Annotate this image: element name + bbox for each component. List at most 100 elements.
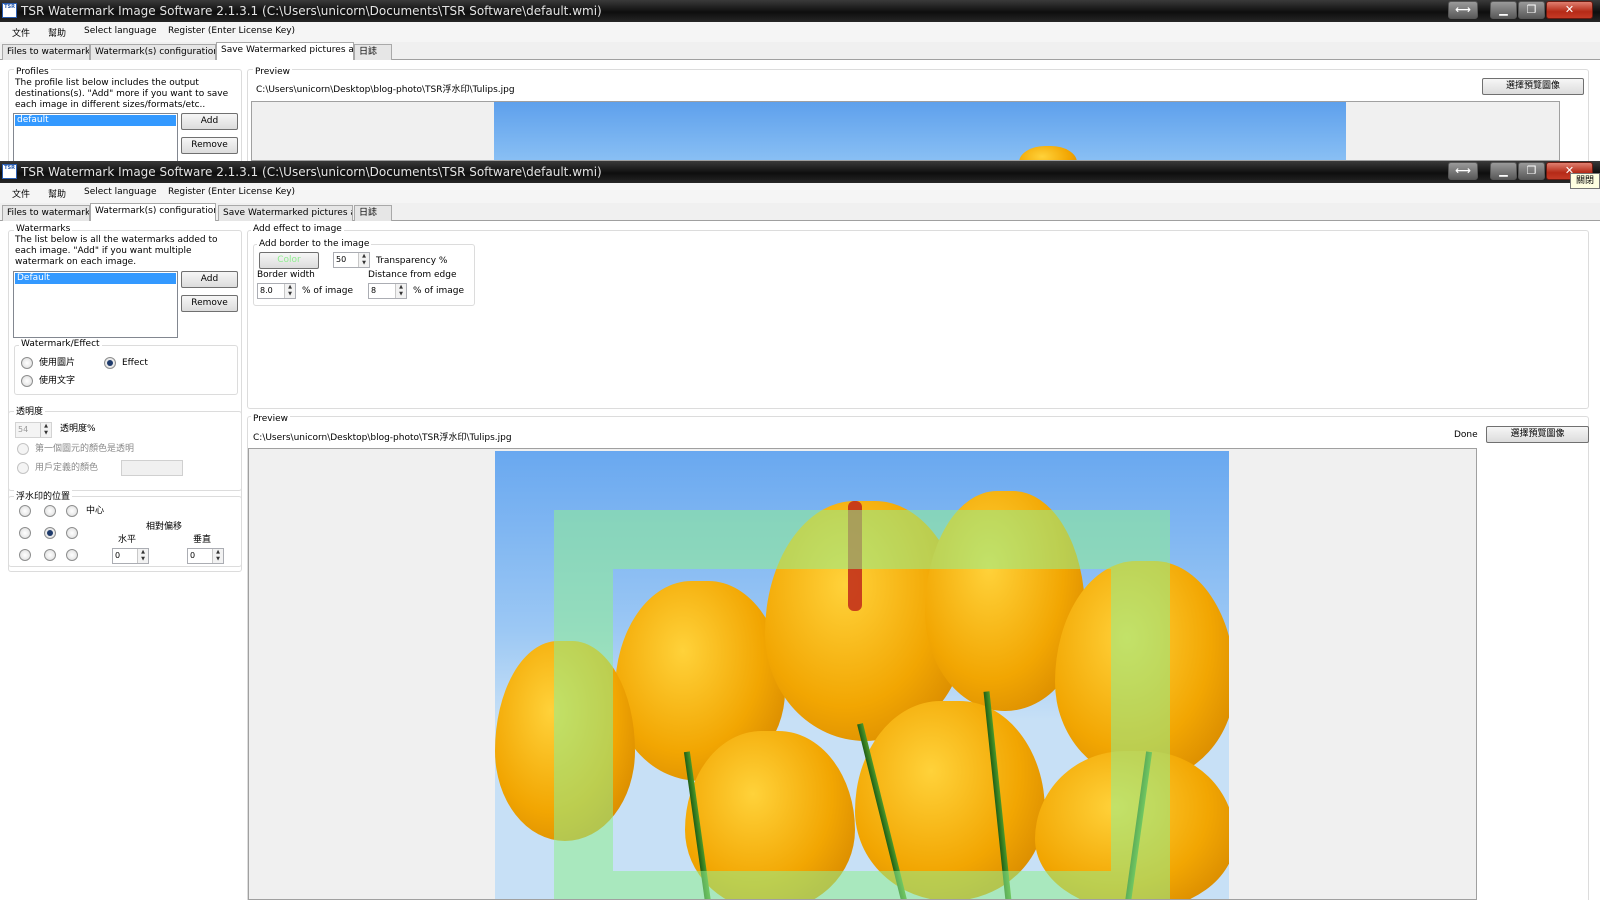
border-width-value: 8.0	[260, 286, 273, 295]
horizontal-offset-value: 0	[115, 551, 121, 560]
remove-watermark-button[interactable]: Remove	[181, 295, 238, 312]
spin-down-icon[interactable]: ▼	[359, 260, 369, 267]
profiles-title: Profiles	[14, 67, 51, 77]
window-save-tab: TSR TSR Watermark Image Software 2.1.3.1…	[0, 0, 1600, 161]
tab-watermark-configuration[interactable]: Watermark(s) configuration	[90, 44, 216, 60]
transparency-value: 54	[18, 425, 29, 434]
menu-file[interactable]: 文件	[12, 26, 30, 39]
minimize-button[interactable]: ▁	[1490, 162, 1517, 180]
tab-files-to-watermark[interactable]: Files to watermark	[2, 205, 90, 221]
spin-up-icon[interactable]: ▲	[285, 284, 295, 291]
radio-use-text[interactable]	[21, 375, 33, 387]
preview-image	[495, 451, 1229, 899]
radio-effect-label: Effect	[122, 358, 148, 368]
menu-help[interactable]: 幫助	[48, 187, 66, 200]
transparency-label: 透明度%	[60, 424, 96, 434]
position-middle-right[interactable]	[66, 527, 78, 539]
radio-effect[interactable]	[104, 357, 116, 369]
select-preview-button[interactable]: 選擇預覽圖像	[1482, 78, 1584, 95]
position-bottom-left[interactable]	[19, 549, 31, 561]
title-bar[interactable]: TSR TSR Watermark Image Software 2.1.3.1…	[0, 161, 1600, 183]
horizontal-offset-stepper[interactable]: 0 ▲ ▼	[112, 548, 149, 564]
vertical-offset-stepper[interactable]: 0 ▲ ▼	[187, 548, 224, 564]
radio-use-image[interactable]	[21, 357, 33, 369]
distance-stepper[interactable]: 8 ▲ ▼	[368, 283, 407, 299]
profiles-list[interactable]: default	[13, 113, 178, 161]
watermarks-title: Watermarks	[14, 224, 73, 234]
border-width-stepper[interactable]: 8.0 ▲ ▼	[257, 283, 296, 299]
radio-user-color	[17, 462, 29, 474]
position-bottom-right[interactable]	[66, 549, 78, 561]
app-icon: TSR	[2, 164, 17, 179]
tab-files-to-watermark[interactable]: Files to watermark	[2, 44, 90, 60]
position-top-left[interactable]	[19, 505, 31, 517]
position-middle-left[interactable]	[19, 527, 31, 539]
menu-bar: 文件 幫助 Select language Register (Enter Li…	[0, 183, 1600, 203]
list-item[interactable]: Default	[15, 273, 176, 284]
preview-image-frame	[251, 101, 1560, 161]
radio-use-image-label: 使用圖片	[39, 358, 76, 368]
tab-log[interactable]: 日誌	[354, 44, 392, 60]
save-tab-content: Profiles The profile list below includes…	[0, 60, 1600, 161]
position-top-center[interactable]	[44, 505, 56, 517]
tab-bar: Files to watermark Watermark(s) configur…	[0, 42, 1600, 61]
remove-profile-button[interactable]: Remove	[181, 137, 238, 154]
minimize-button[interactable]: ▁	[1490, 1, 1517, 19]
resize-icon[interactable]: ⟷	[1448, 1, 1478, 19]
position-middle-center[interactable]	[44, 527, 56, 539]
spin-up-icon[interactable]: ▲	[396, 284, 406, 291]
list-item[interactable]: default	[15, 115, 176, 126]
menu-register[interactable]: Register (Enter License Key)	[168, 187, 295, 197]
border-color-button[interactable]: Color	[259, 252, 319, 269]
add-profile-button[interactable]: Add	[181, 113, 238, 130]
tulip-shape	[1019, 146, 1077, 160]
menu-file[interactable]: 文件	[12, 187, 30, 200]
distance-unit: % of image	[413, 286, 464, 296]
watermark-effect-group	[14, 345, 238, 395]
vertical-label: 垂直	[193, 535, 212, 545]
preview-title: Preview	[251, 414, 291, 424]
preview-title: Preview	[253, 67, 293, 77]
spin-down-icon[interactable]: ▼	[213, 556, 223, 563]
maximize-button[interactable]: ❐	[1518, 162, 1545, 180]
close-button[interactable]: ✕	[1546, 1, 1593, 19]
distance-label: Distance from edge	[368, 270, 457, 280]
effect-title: Add effect to image	[251, 224, 344, 234]
spin-down-icon[interactable]: ▼	[138, 556, 148, 563]
close-tooltip: 關閉	[1570, 173, 1600, 189]
app-icon: TSR	[2, 3, 17, 18]
select-preview-button[interactable]: 選擇預覽圖像	[1486, 426, 1589, 443]
watermarks-list[interactable]: Default	[13, 271, 178, 338]
radio-first-pixel-transparent	[17, 443, 29, 455]
tab-save-watermarked[interactable]: Save Watermarked pictures as	[216, 42, 354, 61]
preview-path: C:\Users\unicorn\Desktop\blog-photo\TSR浮…	[253, 433, 512, 443]
menu-register[interactable]: Register (Enter License Key)	[168, 26, 295, 36]
add-watermark-button[interactable]: Add	[181, 271, 238, 288]
maximize-button[interactable]: ❐	[1518, 1, 1545, 19]
spin-up-icon[interactable]: ▲	[359, 253, 369, 260]
tab-watermark-configuration[interactable]: Watermark(s) configuration	[90, 203, 216, 222]
menu-select-language[interactable]: Select language	[84, 187, 157, 197]
spin-up-icon[interactable]: ▲	[138, 549, 148, 556]
position-bottom-center[interactable]	[44, 549, 56, 561]
menu-help[interactable]: 幫助	[48, 26, 66, 39]
vertical-offset-value: 0	[190, 551, 196, 560]
spin-up-icon[interactable]: ▲	[213, 549, 223, 556]
border-width-unit: % of image	[302, 286, 353, 296]
title-bar[interactable]: TSR TSR Watermark Image Software 2.1.3.1…	[0, 0, 1600, 22]
spin-down-icon[interactable]: ▼	[396, 291, 406, 298]
resize-icon[interactable]: ⟷	[1448, 162, 1478, 180]
distance-value: 8	[371, 286, 377, 295]
preview-image	[494, 102, 1346, 160]
position-top-right[interactable]	[66, 505, 78, 517]
user-color-swatch	[121, 460, 183, 476]
first-pixel-label: 第一個圖元的顏色是透明	[35, 444, 135, 454]
menu-select-language[interactable]: Select language	[84, 26, 157, 36]
border-transparency-value: 50	[336, 255, 347, 264]
tab-save-watermarked[interactable]: Save Watermarked pictures as	[218, 205, 353, 221]
tab-log[interactable]: 日誌	[354, 205, 392, 221]
done-label: Done	[1454, 430, 1478, 440]
center-label: 中心	[86, 506, 105, 516]
border-transparency-stepper[interactable]: 50 ▲ ▼	[333, 252, 370, 268]
spin-down-icon[interactable]: ▼	[285, 291, 295, 298]
